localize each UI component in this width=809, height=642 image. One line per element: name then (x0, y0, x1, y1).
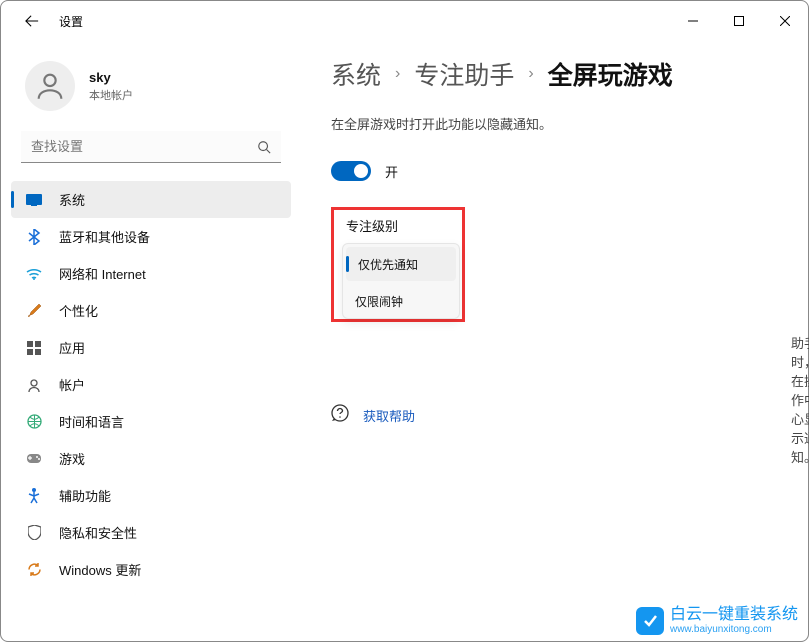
main-content: 系统 › 专注助手 › 全屏玩游戏 在全屏游戏时打开此功能以隐藏通知。 开 专注… (301, 41, 808, 641)
sidebar-item-accessibility[interactable]: 辅助功能 (1, 477, 301, 514)
arrow-left-icon (25, 14, 39, 28)
sidebar-item-system[interactable]: 系统 (11, 181, 291, 218)
sidebar-item-apps[interactable]: 应用 (1, 329, 301, 366)
nav-label: 隐私和安全性 (59, 523, 137, 542)
breadcrumb: 系统 › 专注助手 › 全屏玩游戏 (331, 56, 778, 92)
sidebar-item-accounts[interactable]: 帐户 (1, 366, 301, 403)
get-help-link[interactable]: 获取帮助 (363, 406, 415, 425)
avatar (25, 61, 75, 111)
close-button[interactable] (762, 5, 808, 37)
breadcrumb-item[interactable]: 专注助手 (414, 56, 514, 92)
option-label: 仅优先通知 (358, 256, 418, 273)
search-input[interactable] (31, 139, 257, 154)
sidebar-item-time[interactable]: 时间和语言 (1, 403, 301, 440)
nav-label: 时间和语言 (59, 412, 124, 431)
toggle-label: 开 (385, 162, 398, 181)
window-title: 设置 (59, 13, 83, 30)
chevron-right-icon: › (528, 65, 533, 83)
user-name: sky (89, 70, 133, 85)
nav-label: 系统 (59, 190, 85, 209)
nav-label: Windows 更新 (59, 560, 141, 579)
accessibility-icon (25, 487, 43, 505)
wifi-icon (25, 265, 43, 283)
back-button[interactable] (23, 12, 41, 30)
gamepad-icon (25, 450, 43, 468)
dropdown-option-priority[interactable]: 仅优先通知 (346, 247, 456, 281)
watermark-brand: 白云一键重装系统 (670, 606, 798, 624)
update-icon (25, 561, 43, 579)
title-bar: 设置 (1, 1, 808, 41)
nav-label: 帐户 (59, 375, 85, 394)
person-icon (33, 69, 67, 103)
focus-level-dropdown[interactable]: 仅优先通知 仅限闹钟 (342, 243, 460, 319)
sidebar: sky 本地帐户 系统 蓝牙和其他设备 网络和 Internet (1, 41, 301, 641)
help-icon (331, 404, 349, 427)
minimize-button[interactable] (670, 5, 716, 37)
user-block[interactable]: sky 本地帐户 (1, 61, 301, 131)
sidebar-item-privacy[interactable]: 隐私和安全性 (1, 514, 301, 551)
globe-clock-icon (25, 413, 43, 431)
watermark: 白云一键重装系统 www.baiyunxitong.com (636, 606, 798, 635)
maximize-icon (734, 16, 744, 26)
nav-label: 辅助功能 (59, 486, 111, 505)
sidebar-item-bluetooth[interactable]: 蓝牙和其他设备 (1, 218, 301, 255)
nav: 系统 蓝牙和其他设备 网络和 Internet 个性化 应用 帐户 (1, 175, 301, 588)
watermark-url: www.baiyunxitong.com (670, 624, 798, 635)
brush-icon (25, 302, 43, 320)
nav-label: 应用 (59, 338, 85, 357)
breadcrumb-current: 全屏玩游戏 (548, 56, 673, 92)
partial-hidden-text: 助手时，在操作中心显示通知。 (791, 333, 809, 466)
watermark-logo-icon (636, 607, 664, 635)
shield-icon (25, 524, 43, 542)
account-icon (25, 376, 43, 394)
focus-level-section: 专注级别 仅优先通知 仅限闹钟 (331, 207, 465, 322)
search-icon (257, 140, 271, 154)
feature-toggle[interactable] (331, 161, 371, 181)
display-icon (25, 191, 43, 209)
sidebar-item-update[interactable]: Windows 更新 (1, 551, 301, 588)
section-label: 专注级别 (334, 216, 462, 243)
dropdown-option-alarms[interactable]: 仅限闹钟 (343, 284, 459, 318)
close-icon (780, 16, 790, 26)
bluetooth-icon (25, 228, 43, 246)
nav-label: 蓝牙和其他设备 (59, 227, 150, 246)
option-label: 仅限闹钟 (355, 293, 403, 310)
sidebar-item-personalization[interactable]: 个性化 (1, 292, 301, 329)
sidebar-item-gaming[interactable]: 游戏 (1, 440, 301, 477)
minimize-icon (688, 16, 698, 26)
maximize-button[interactable] (716, 5, 762, 37)
breadcrumb-item[interactable]: 系统 (331, 56, 381, 92)
chevron-right-icon: › (395, 65, 400, 83)
sidebar-item-network[interactable]: 网络和 Internet (1, 255, 301, 292)
page-description: 在全屏游戏时打开此功能以隐藏通知。 (331, 114, 778, 133)
search-box[interactable] (21, 131, 281, 163)
nav-label: 网络和 Internet (59, 264, 146, 283)
nav-label: 游戏 (59, 449, 85, 468)
apps-icon (25, 339, 43, 357)
user-type: 本地帐户 (89, 87, 133, 103)
nav-label: 个性化 (59, 301, 98, 320)
